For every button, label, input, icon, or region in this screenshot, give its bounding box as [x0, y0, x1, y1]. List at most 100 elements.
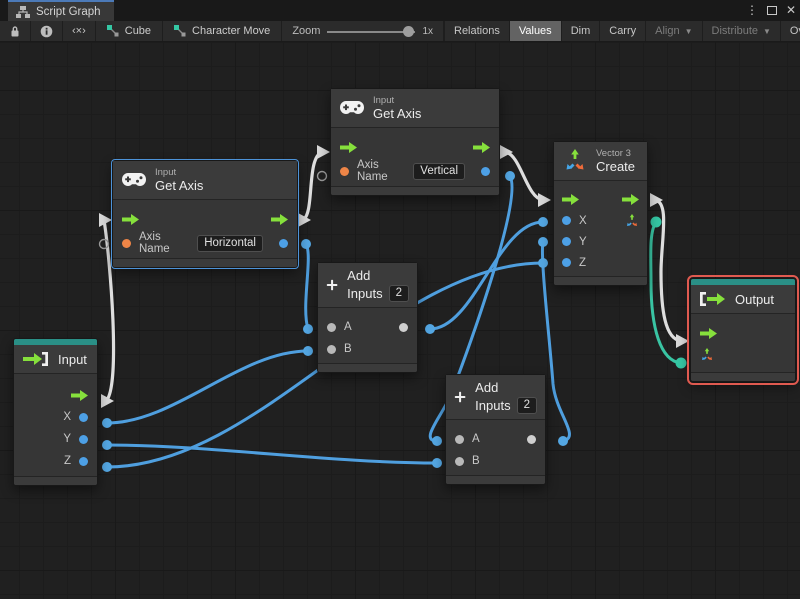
distribute-dropdown[interactable]: Distribute ▼	[703, 21, 781, 41]
port-a[interactable]	[327, 322, 336, 332]
port-label-axis-name: Axis Name	[357, 159, 388, 183]
port-label-b: B	[472, 455, 480, 467]
carry-button[interactable]: Carry	[600, 21, 647, 41]
control-in-arrow-output[interactable]	[676, 334, 689, 348]
port-dot-input-z-out[interactable]	[102, 462, 112, 472]
wire-getaxis-h-to-add1-a[interactable]	[304, 242, 310, 331]
breadcrumb-character-move[interactable]: Character Move	[163, 21, 283, 41]
port-label-a: A	[344, 321, 352, 333]
maximize-icon[interactable]	[766, 6, 777, 15]
output-event-icon	[700, 292, 725, 306]
axis-name-value-field[interactable]: Horizontal	[197, 234, 263, 252]
control-in-arrow-vector3[interactable]	[538, 193, 551, 207]
axis-name-value-field[interactable]: Vertical	[413, 162, 465, 180]
port-dot-vector3-z-in[interactable]	[538, 258, 548, 268]
port-dot-input-x-out[interactable]	[102, 418, 112, 428]
port-b[interactable]	[455, 456, 464, 466]
port-dot-add1-sum-out[interactable]	[425, 324, 435, 334]
port-dot-vector3-x-in[interactable]	[538, 217, 548, 227]
inputs-count-field[interactable]: 2	[516, 397, 537, 414]
wire-input-x-to-add1-b[interactable]	[105, 349, 310, 425]
lock-icon	[11, 25, 19, 36]
align-dropdown[interactable]: Align ▼	[646, 21, 703, 41]
port-dot-add1-a-in[interactable]	[303, 324, 313, 334]
code-preview-button[interactable]: ‹×›	[63, 21, 96, 41]
overview-button[interactable]: Overv	[781, 21, 800, 41]
port-dot-add2-a-in[interactable]	[432, 436, 442, 446]
sum-out-port[interactable]	[527, 434, 536, 444]
breadcrumb-cube[interactable]: Cube	[96, 21, 164, 41]
chevron-down-icon: ▼	[684, 26, 693, 36]
node-footer	[554, 276, 647, 285]
node-title: Output	[735, 291, 775, 307]
vector3-icon	[566, 149, 584, 170]
node-add-1[interactable]: Add Inputs 2 A B	[317, 262, 418, 373]
port-dot-input-y-out[interactable]	[102, 440, 112, 450]
tab-label: Script Graph	[36, 5, 101, 18]
control-out-port-icon[interactable]	[473, 141, 490, 153]
node-input-event[interactable]: Input X Y Z	[13, 338, 98, 486]
relations-button[interactable]: Relations	[445, 21, 510, 41]
node-vector3-create[interactable]: Vector 3 Create X Y Z	[553, 141, 648, 286]
node-get-axis-horizontal[interactable]: Input Get Axis Axis Name Horizontal	[111, 159, 299, 269]
dim-button[interactable]: Dim	[562, 21, 601, 41]
info-button[interactable]	[31, 21, 63, 41]
vector3-in-port-icon[interactable]	[700, 348, 714, 362]
string-port[interactable]	[340, 166, 349, 176]
port-dot-output-value-in[interactable]	[675, 357, 687, 369]
port-dot-add2-b-in[interactable]	[432, 458, 442, 468]
code-icon: ‹×›	[72, 25, 86, 37]
node-title: Get Axis	[155, 178, 204, 193]
port-dot-vector3-y-in[interactable]	[538, 237, 548, 247]
float-out-port[interactable]	[481, 166, 490, 176]
port-a[interactable]	[455, 434, 464, 444]
wire-add1-to-vector3-x[interactable]	[428, 220, 545, 331]
port-dot-add2-sum-out[interactable]	[558, 436, 568, 446]
node-title: Get Axis	[373, 106, 422, 121]
node-title: Create	[596, 159, 636, 174]
port-dot-getaxis-h-out[interactable]	[301, 239, 311, 249]
zoom-slider[interactable]	[327, 21, 416, 41]
zoom-slider-handle[interactable]	[403, 25, 415, 37]
control-out-port-icon[interactable]	[71, 389, 88, 401]
inputs-count-field[interactable]: 2	[388, 285, 409, 302]
lock-button[interactable]	[0, 21, 31, 41]
port-z[interactable]	[79, 456, 88, 466]
tab-script-graph[interactable]: Script Graph	[8, 0, 114, 21]
port-label-axis-name: Axis Name	[139, 231, 170, 255]
close-icon[interactable]: ✕	[786, 0, 796, 21]
control-out-port-icon[interactable]	[622, 193, 639, 205]
port-dot-vector3-value-out[interactable]	[650, 216, 662, 228]
control-in-port-icon[interactable]	[700, 327, 717, 339]
more-menu-icon[interactable]: ⋮	[746, 0, 758, 21]
values-button[interactable]: Values	[509, 21, 562, 41]
control-in-port-icon[interactable]	[562, 193, 579, 205]
control-out-arrow-getaxis-h[interactable]	[298, 213, 311, 227]
port-z[interactable]	[562, 258, 571, 267]
zoom-value: 1x	[422, 25, 433, 37]
port-dot-add1-b-in[interactable]	[303, 346, 313, 356]
node-get-axis-vertical[interactable]: Input Get Axis Axis Name Vertical	[330, 88, 500, 196]
chevron-down-icon: ▼	[763, 26, 771, 36]
control-in-port-icon[interactable]	[122, 213, 139, 225]
port-x[interactable]	[562, 216, 571, 225]
node-output-event[interactable]: Output	[687, 275, 799, 385]
control-in-port-icon[interactable]	[340, 141, 357, 153]
port-b[interactable]	[327, 344, 336, 354]
port-label-x: X	[63, 411, 71, 423]
port-x[interactable]	[79, 412, 88, 422]
vector3-out-port-icon[interactable]	[625, 213, 639, 228]
port-y[interactable]	[79, 434, 88, 444]
control-in-arrow-getaxis-v[interactable]	[317, 145, 330, 159]
port-dot-getaxis-v-out[interactable]	[505, 171, 515, 181]
port-y[interactable]	[562, 237, 571, 246]
float-out-port[interactable]	[279, 238, 288, 248]
unconnected-port-circle-getaxis-v[interactable]	[316, 170, 328, 182]
sum-out-port[interactable]	[399, 322, 408, 332]
control-out-port-icon[interactable]	[271, 213, 288, 225]
graph-canvas[interactable]: Input X Y Z Input Get Axis Axis Name Hor…	[0, 42, 800, 599]
node-add-2[interactable]: Add Inputs 2 A B	[445, 374, 546, 485]
wire-control-getaxis-h-to-getaxis-v[interactable]	[301, 150, 324, 222]
string-port[interactable]	[122, 238, 131, 248]
port-label-a: A	[472, 433, 480, 445]
